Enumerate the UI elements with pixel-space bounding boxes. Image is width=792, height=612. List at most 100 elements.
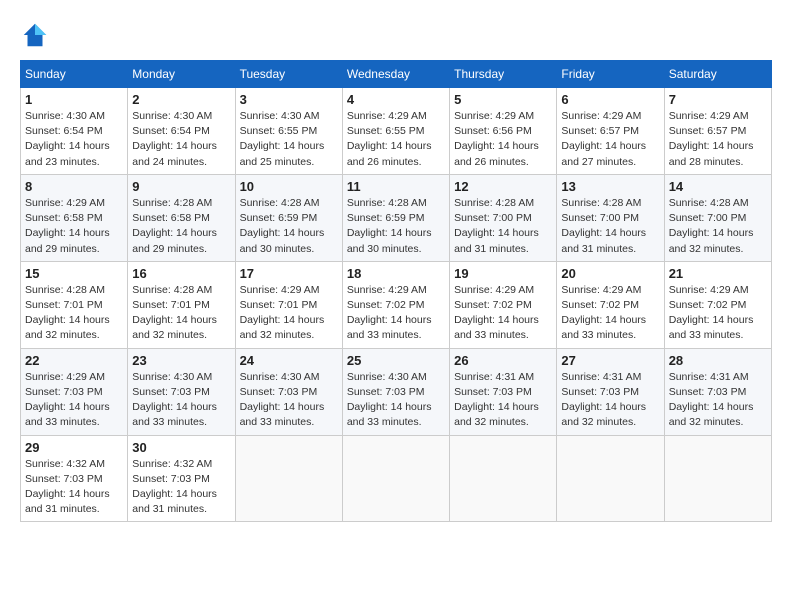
day-number: 12 xyxy=(454,179,552,194)
sunset-label: Sunset: 7:02 PM xyxy=(347,299,425,311)
sunrise-label: Sunrise: 4:29 AM xyxy=(25,371,105,383)
day-info: Sunrise: 4:30 AM Sunset: 7:03 PM Dayligh… xyxy=(347,370,445,431)
calendar-cell: 28 Sunrise: 4:31 AM Sunset: 7:03 PM Dayl… xyxy=(664,348,771,435)
sunset-label: Sunset: 6:54 PM xyxy=(25,125,103,137)
sunset-label: Sunset: 7:02 PM xyxy=(669,299,747,311)
day-number: 3 xyxy=(240,92,338,107)
calendar-header-row: SundayMondayTuesdayWednesdayThursdayFrid… xyxy=(21,61,772,88)
calendar-cell: 24 Sunrise: 4:30 AM Sunset: 7:03 PM Dayl… xyxy=(235,348,342,435)
sunrise-label: Sunrise: 4:32 AM xyxy=(25,458,105,470)
sunrise-label: Sunrise: 4:30 AM xyxy=(132,371,212,383)
daylight-label: Daylight: 14 hours and 26 minutes. xyxy=(454,140,539,167)
calendar-cell: 15 Sunrise: 4:28 AM Sunset: 7:01 PM Dayl… xyxy=(21,261,128,348)
daylight-label: Daylight: 14 hours and 33 minutes. xyxy=(132,401,217,428)
day-number: 11 xyxy=(347,179,445,194)
day-info: Sunrise: 4:31 AM Sunset: 7:03 PM Dayligh… xyxy=(454,370,552,431)
calendar-cell xyxy=(450,435,557,522)
sunrise-label: Sunrise: 4:29 AM xyxy=(561,110,641,122)
day-info: Sunrise: 4:28 AM Sunset: 6:58 PM Dayligh… xyxy=(132,196,230,257)
day-info: Sunrise: 4:29 AM Sunset: 7:02 PM Dayligh… xyxy=(669,283,767,344)
daylight-label: Daylight: 14 hours and 25 minutes. xyxy=(240,140,325,167)
calendar-week-row: 22 Sunrise: 4:29 AM Sunset: 7:03 PM Dayl… xyxy=(21,348,772,435)
day-number: 4 xyxy=(347,92,445,107)
sunrise-label: Sunrise: 4:28 AM xyxy=(347,197,427,209)
daylight-label: Daylight: 14 hours and 23 minutes. xyxy=(25,140,110,167)
daylight-label: Daylight: 14 hours and 32 minutes. xyxy=(454,401,539,428)
column-header-wednesday: Wednesday xyxy=(342,61,449,88)
daylight-label: Daylight: 14 hours and 32 minutes. xyxy=(25,314,110,341)
day-info: Sunrise: 4:29 AM Sunset: 6:57 PM Dayligh… xyxy=(561,109,659,170)
day-info: Sunrise: 4:29 AM Sunset: 6:58 PM Dayligh… xyxy=(25,196,123,257)
calendar-cell: 21 Sunrise: 4:29 AM Sunset: 7:02 PM Dayl… xyxy=(664,261,771,348)
sunrise-label: Sunrise: 4:30 AM xyxy=(240,371,320,383)
day-number: 30 xyxy=(132,440,230,455)
calendar-cell: 7 Sunrise: 4:29 AM Sunset: 6:57 PM Dayli… xyxy=(664,88,771,175)
sunset-label: Sunset: 6:57 PM xyxy=(561,125,639,137)
calendar-cell: 27 Sunrise: 4:31 AM Sunset: 7:03 PM Dayl… xyxy=(557,348,664,435)
sunset-label: Sunset: 6:55 PM xyxy=(347,125,425,137)
daylight-label: Daylight: 14 hours and 33 minutes. xyxy=(454,314,539,341)
calendar-week-row: 15 Sunrise: 4:28 AM Sunset: 7:01 PM Dayl… xyxy=(21,261,772,348)
daylight-label: Daylight: 14 hours and 32 minutes. xyxy=(132,314,217,341)
calendar-week-row: 29 Sunrise: 4:32 AM Sunset: 7:03 PM Dayl… xyxy=(21,435,772,522)
calendar-cell: 9 Sunrise: 4:28 AM Sunset: 6:58 PM Dayli… xyxy=(128,174,235,261)
sunrise-label: Sunrise: 4:28 AM xyxy=(132,197,212,209)
calendar-cell: 6 Sunrise: 4:29 AM Sunset: 6:57 PM Dayli… xyxy=(557,88,664,175)
day-number: 27 xyxy=(561,353,659,368)
sunset-label: Sunset: 7:03 PM xyxy=(240,386,318,398)
sunset-label: Sunset: 6:55 PM xyxy=(240,125,318,137)
day-number: 26 xyxy=(454,353,552,368)
column-header-thursday: Thursday xyxy=(450,61,557,88)
daylight-label: Daylight: 14 hours and 30 minutes. xyxy=(347,227,432,254)
daylight-label: Daylight: 14 hours and 28 minutes. xyxy=(669,140,754,167)
day-info: Sunrise: 4:28 AM Sunset: 7:01 PM Dayligh… xyxy=(25,283,123,344)
sunrise-label: Sunrise: 4:31 AM xyxy=(454,371,534,383)
daylight-label: Daylight: 14 hours and 29 minutes. xyxy=(132,227,217,254)
page-header xyxy=(20,20,772,50)
sunset-label: Sunset: 6:58 PM xyxy=(132,212,210,224)
sunset-label: Sunset: 7:01 PM xyxy=(240,299,318,311)
daylight-label: Daylight: 14 hours and 26 minutes. xyxy=(347,140,432,167)
sunset-label: Sunset: 7:03 PM xyxy=(561,386,639,398)
day-info: Sunrise: 4:29 AM Sunset: 7:02 PM Dayligh… xyxy=(347,283,445,344)
day-number: 8 xyxy=(25,179,123,194)
day-number: 14 xyxy=(669,179,767,194)
calendar-cell: 23 Sunrise: 4:30 AM Sunset: 7:03 PM Dayl… xyxy=(128,348,235,435)
calendar-cell: 10 Sunrise: 4:28 AM Sunset: 6:59 PM Dayl… xyxy=(235,174,342,261)
sunrise-label: Sunrise: 4:28 AM xyxy=(132,284,212,296)
daylight-label: Daylight: 14 hours and 33 minutes. xyxy=(347,401,432,428)
sunset-label: Sunset: 7:01 PM xyxy=(25,299,103,311)
sunset-label: Sunset: 7:03 PM xyxy=(347,386,425,398)
day-info: Sunrise: 4:28 AM Sunset: 7:00 PM Dayligh… xyxy=(561,196,659,257)
calendar-cell: 13 Sunrise: 4:28 AM Sunset: 7:00 PM Dayl… xyxy=(557,174,664,261)
daylight-label: Daylight: 14 hours and 32 minutes. xyxy=(669,401,754,428)
day-number: 28 xyxy=(669,353,767,368)
sunset-label: Sunset: 6:56 PM xyxy=(454,125,532,137)
sunset-label: Sunset: 7:02 PM xyxy=(561,299,639,311)
daylight-label: Daylight: 14 hours and 31 minutes. xyxy=(132,488,217,515)
calendar-cell: 25 Sunrise: 4:30 AM Sunset: 7:03 PM Dayl… xyxy=(342,348,449,435)
day-number: 24 xyxy=(240,353,338,368)
sunrise-label: Sunrise: 4:30 AM xyxy=(347,371,427,383)
calendar-week-row: 8 Sunrise: 4:29 AM Sunset: 6:58 PM Dayli… xyxy=(21,174,772,261)
sunset-label: Sunset: 7:00 PM xyxy=(669,212,747,224)
day-number: 6 xyxy=(561,92,659,107)
day-number: 17 xyxy=(240,266,338,281)
day-number: 2 xyxy=(132,92,230,107)
day-info: Sunrise: 4:32 AM Sunset: 7:03 PM Dayligh… xyxy=(132,457,230,518)
daylight-label: Daylight: 14 hours and 33 minutes. xyxy=(669,314,754,341)
calendar-cell: 26 Sunrise: 4:31 AM Sunset: 7:03 PM Dayl… xyxy=(450,348,557,435)
daylight-label: Daylight: 14 hours and 27 minutes. xyxy=(561,140,646,167)
column-header-saturday: Saturday xyxy=(664,61,771,88)
day-info: Sunrise: 4:32 AM Sunset: 7:03 PM Dayligh… xyxy=(25,457,123,518)
day-number: 16 xyxy=(132,266,230,281)
day-number: 21 xyxy=(669,266,767,281)
day-number: 23 xyxy=(132,353,230,368)
sunset-label: Sunset: 7:03 PM xyxy=(132,473,210,485)
sunset-label: Sunset: 6:59 PM xyxy=(347,212,425,224)
day-number: 5 xyxy=(454,92,552,107)
day-number: 9 xyxy=(132,179,230,194)
day-info: Sunrise: 4:29 AM Sunset: 6:57 PM Dayligh… xyxy=(669,109,767,170)
day-info: Sunrise: 4:29 AM Sunset: 7:02 PM Dayligh… xyxy=(561,283,659,344)
sunset-label: Sunset: 6:57 PM xyxy=(669,125,747,137)
